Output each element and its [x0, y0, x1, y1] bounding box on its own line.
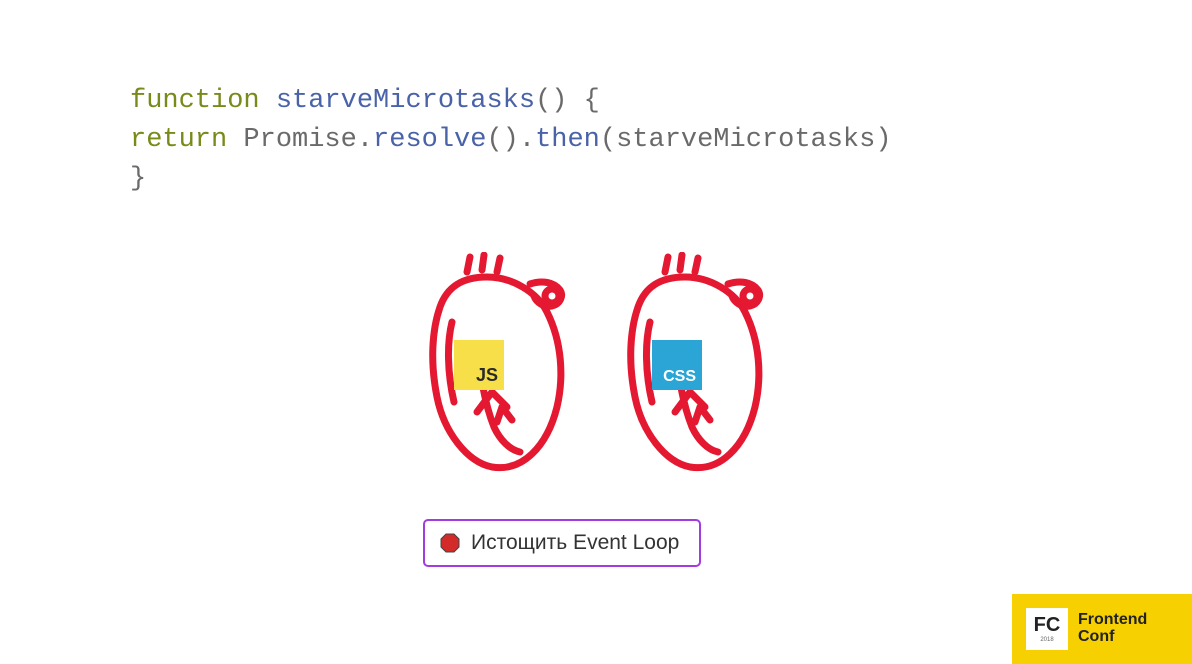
js-badge-label: JS — [476, 365, 498, 386]
css-badge: CSS — [652, 340, 702, 390]
fc-line1: Frontend — [1078, 612, 1147, 629]
stop-icon — [439, 532, 461, 554]
js-badge: JS — [454, 340, 504, 390]
keyword-function: function — [130, 86, 260, 116]
code-snippet: function starveMicrotasks() { return Pro… — [130, 82, 892, 199]
starve-button-label: Истощить Event Loop — [471, 531, 679, 555]
hearts-illustration: JS CSS — [392, 252, 780, 482]
function-name: starveMicrotasks — [276, 86, 535, 116]
fc-text: Frontend Conf — [1078, 612, 1147, 646]
code-line-3: } — [130, 160, 892, 199]
starve-event-loop-button[interactable]: Истощить Event Loop — [423, 519, 701, 567]
method-resolve: resolve — [373, 125, 486, 155]
button-area: Истощить Event Loop — [423, 519, 701, 567]
promise-ident: Promise — [243, 125, 356, 155]
method-then: then — [535, 125, 600, 155]
code-line-1: function starveMicrotasks() { — [130, 82, 892, 121]
parens: () — [535, 86, 567, 116]
fc-mark: FC 2018 — [1026, 608, 1068, 650]
css-badge-label: CSS — [663, 368, 696, 386]
fc-line2: Conf — [1078, 629, 1147, 646]
brace-open: { — [567, 86, 599, 116]
brace-close: } — [130, 164, 146, 194]
heart-js: JS — [392, 252, 582, 482]
fc-letters: FC — [1034, 615, 1061, 635]
fc-year: 2018 — [1040, 637, 1053, 643]
code-line-2: return Promise.resolve().then(starveMicr… — [130, 121, 892, 160]
callback-arg: starveMicrotasks — [616, 125, 875, 155]
frontend-conf-logo: FC 2018 Frontend Conf — [1012, 594, 1192, 664]
heart-css: CSS — [590, 252, 780, 482]
keyword-return: return — [130, 125, 227, 155]
